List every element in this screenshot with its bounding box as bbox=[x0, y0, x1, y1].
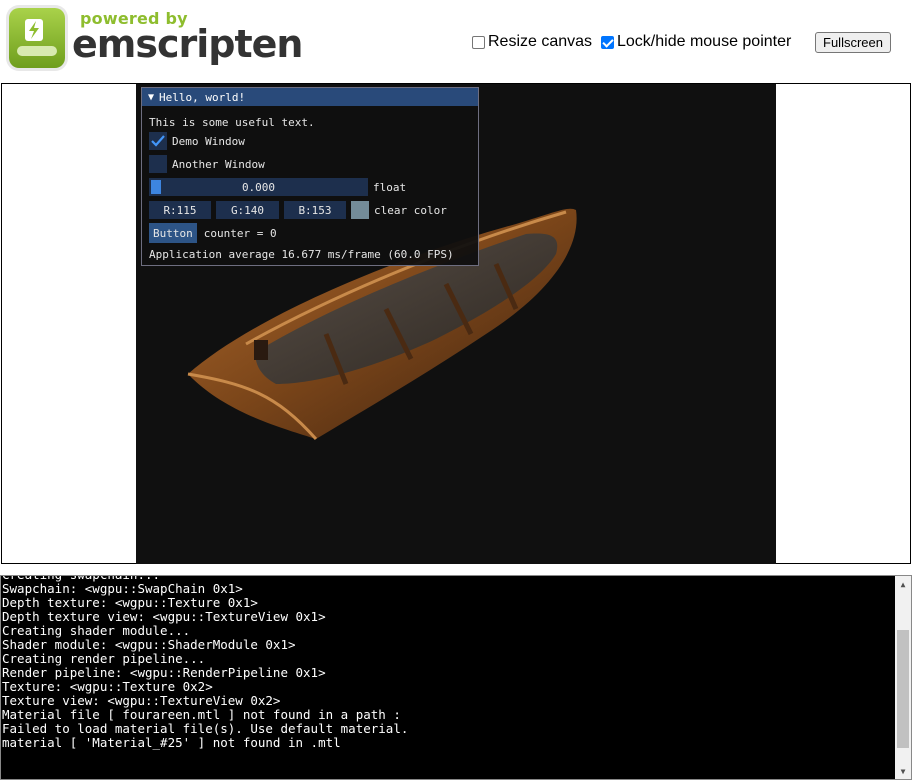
console-lines: Creating swapchain...Swapchain: <wgpu::S… bbox=[2, 576, 892, 750]
demo-window-label: Demo Window bbox=[172, 134, 245, 148]
fullscreen-button[interactable]: Fullscreen bbox=[815, 32, 891, 53]
console-line: Material file [ fourareen.mtl ] not foun… bbox=[2, 707, 401, 722]
slider-grab[interactable] bbox=[151, 180, 161, 194]
float-slider-row[interactable]: 0.000 float bbox=[149, 178, 406, 196]
lock-pointer-option[interactable]: Lock/hide mouse pointer bbox=[601, 33, 791, 51]
demo-window-row[interactable]: Demo Window bbox=[149, 132, 245, 150]
logo-dots-icon bbox=[17, 46, 57, 56]
another-window-row[interactable]: Another Window bbox=[149, 155, 265, 173]
checkmark-icon bbox=[151, 135, 165, 147]
another-window-checkbox[interactable] bbox=[149, 155, 167, 173]
console-scrollbar[interactable]: ▲ ▼ bbox=[895, 576, 911, 779]
console-line: Creating render pipeline... bbox=[2, 651, 206, 666]
console-line: Texture: <wgpu::Texture 0x2> bbox=[2, 679, 213, 694]
console-line: Depth texture view: <wgpu::TextureView 0… bbox=[2, 609, 326, 624]
color-g-field[interactable]: G:140 bbox=[216, 201, 279, 219]
useful-text-row: This is some useful text. bbox=[149, 113, 315, 131]
clear-color-label: clear color bbox=[374, 203, 447, 217]
button-row[interactable]: Button counter = 0 bbox=[149, 223, 277, 243]
collapse-triangle-icon[interactable]: ▼ bbox=[148, 92, 154, 103]
lock-pointer-checkbox[interactable] bbox=[601, 35, 614, 49]
console-line: Texture view: <wgpu::TextureView 0x2> bbox=[2, 693, 281, 708]
console-line: Failed to load material file(s). Use def… bbox=[2, 721, 409, 736]
console-line: Swapchain: <wgpu::SwapChain 0x1> bbox=[2, 581, 243, 596]
color-b-field[interactable]: B:153 bbox=[284, 201, 346, 219]
counter-text: counter = 0 bbox=[203, 226, 277, 240]
another-window-label: Another Window bbox=[172, 157, 265, 171]
clear-color-row[interactable]: R:115 G:140 B:153 clear color bbox=[149, 201, 447, 219]
page-header: powered by emscripten Resize canvas Lock… bbox=[0, 0, 912, 82]
console-line: Creating shader module... bbox=[2, 623, 191, 638]
slider-value: 0.000 bbox=[241, 180, 276, 194]
float-label: float bbox=[373, 180, 407, 194]
imgui-button[interactable]: Button bbox=[149, 223, 197, 243]
console-line: Render pipeline: <wgpu::RenderPipeline 0… bbox=[2, 665, 326, 680]
demo-window-checkbox[interactable] bbox=[149, 132, 167, 150]
lock-pointer-label: Lock/hide mouse pointer bbox=[617, 33, 792, 50]
imgui-title-bar[interactable]: ▼ Hello, world! bbox=[142, 88, 478, 106]
scroll-up-icon[interactable]: ▲ bbox=[895, 576, 911, 592]
color-swatch[interactable] bbox=[351, 201, 369, 219]
scroll-thumb[interactable] bbox=[897, 630, 909, 748]
brand-name: emscripten bbox=[72, 22, 303, 66]
imgui-window[interactable]: ▼ Hello, world! This is some useful text… bbox=[141, 87, 479, 266]
emscripten-logo bbox=[9, 8, 65, 68]
imgui-title: Hello, world! bbox=[159, 90, 246, 104]
console-line: Shader module: <wgpu::ShaderModule 0x1> bbox=[2, 637, 296, 652]
float-slider[interactable]: 0.000 bbox=[149, 178, 368, 196]
scroll-down-icon[interactable]: ▼ bbox=[895, 763, 911, 779]
lightning-bolt-icon bbox=[25, 19, 43, 41]
resize-canvas-option[interactable]: Resize canvas bbox=[472, 33, 592, 51]
console-line: material [ 'Material_#25' ] not found in… bbox=[2, 735, 341, 750]
console-line: Depth texture: <wgpu::Texture 0x1> bbox=[2, 595, 258, 610]
resize-canvas-checkbox[interactable] bbox=[472, 35, 485, 49]
output-console[interactable]: Creating swapchain...Swapchain: <wgpu::S… bbox=[0, 575, 912, 780]
useful-text: This is some useful text. bbox=[149, 115, 315, 129]
fps-text: Application average 16.677 ms/frame (60.… bbox=[149, 247, 454, 261]
fps-row: Application average 16.677 ms/frame (60.… bbox=[149, 245, 454, 263]
resize-canvas-label: Resize canvas bbox=[488, 33, 593, 50]
color-r-field[interactable]: R:115 bbox=[149, 201, 211, 219]
